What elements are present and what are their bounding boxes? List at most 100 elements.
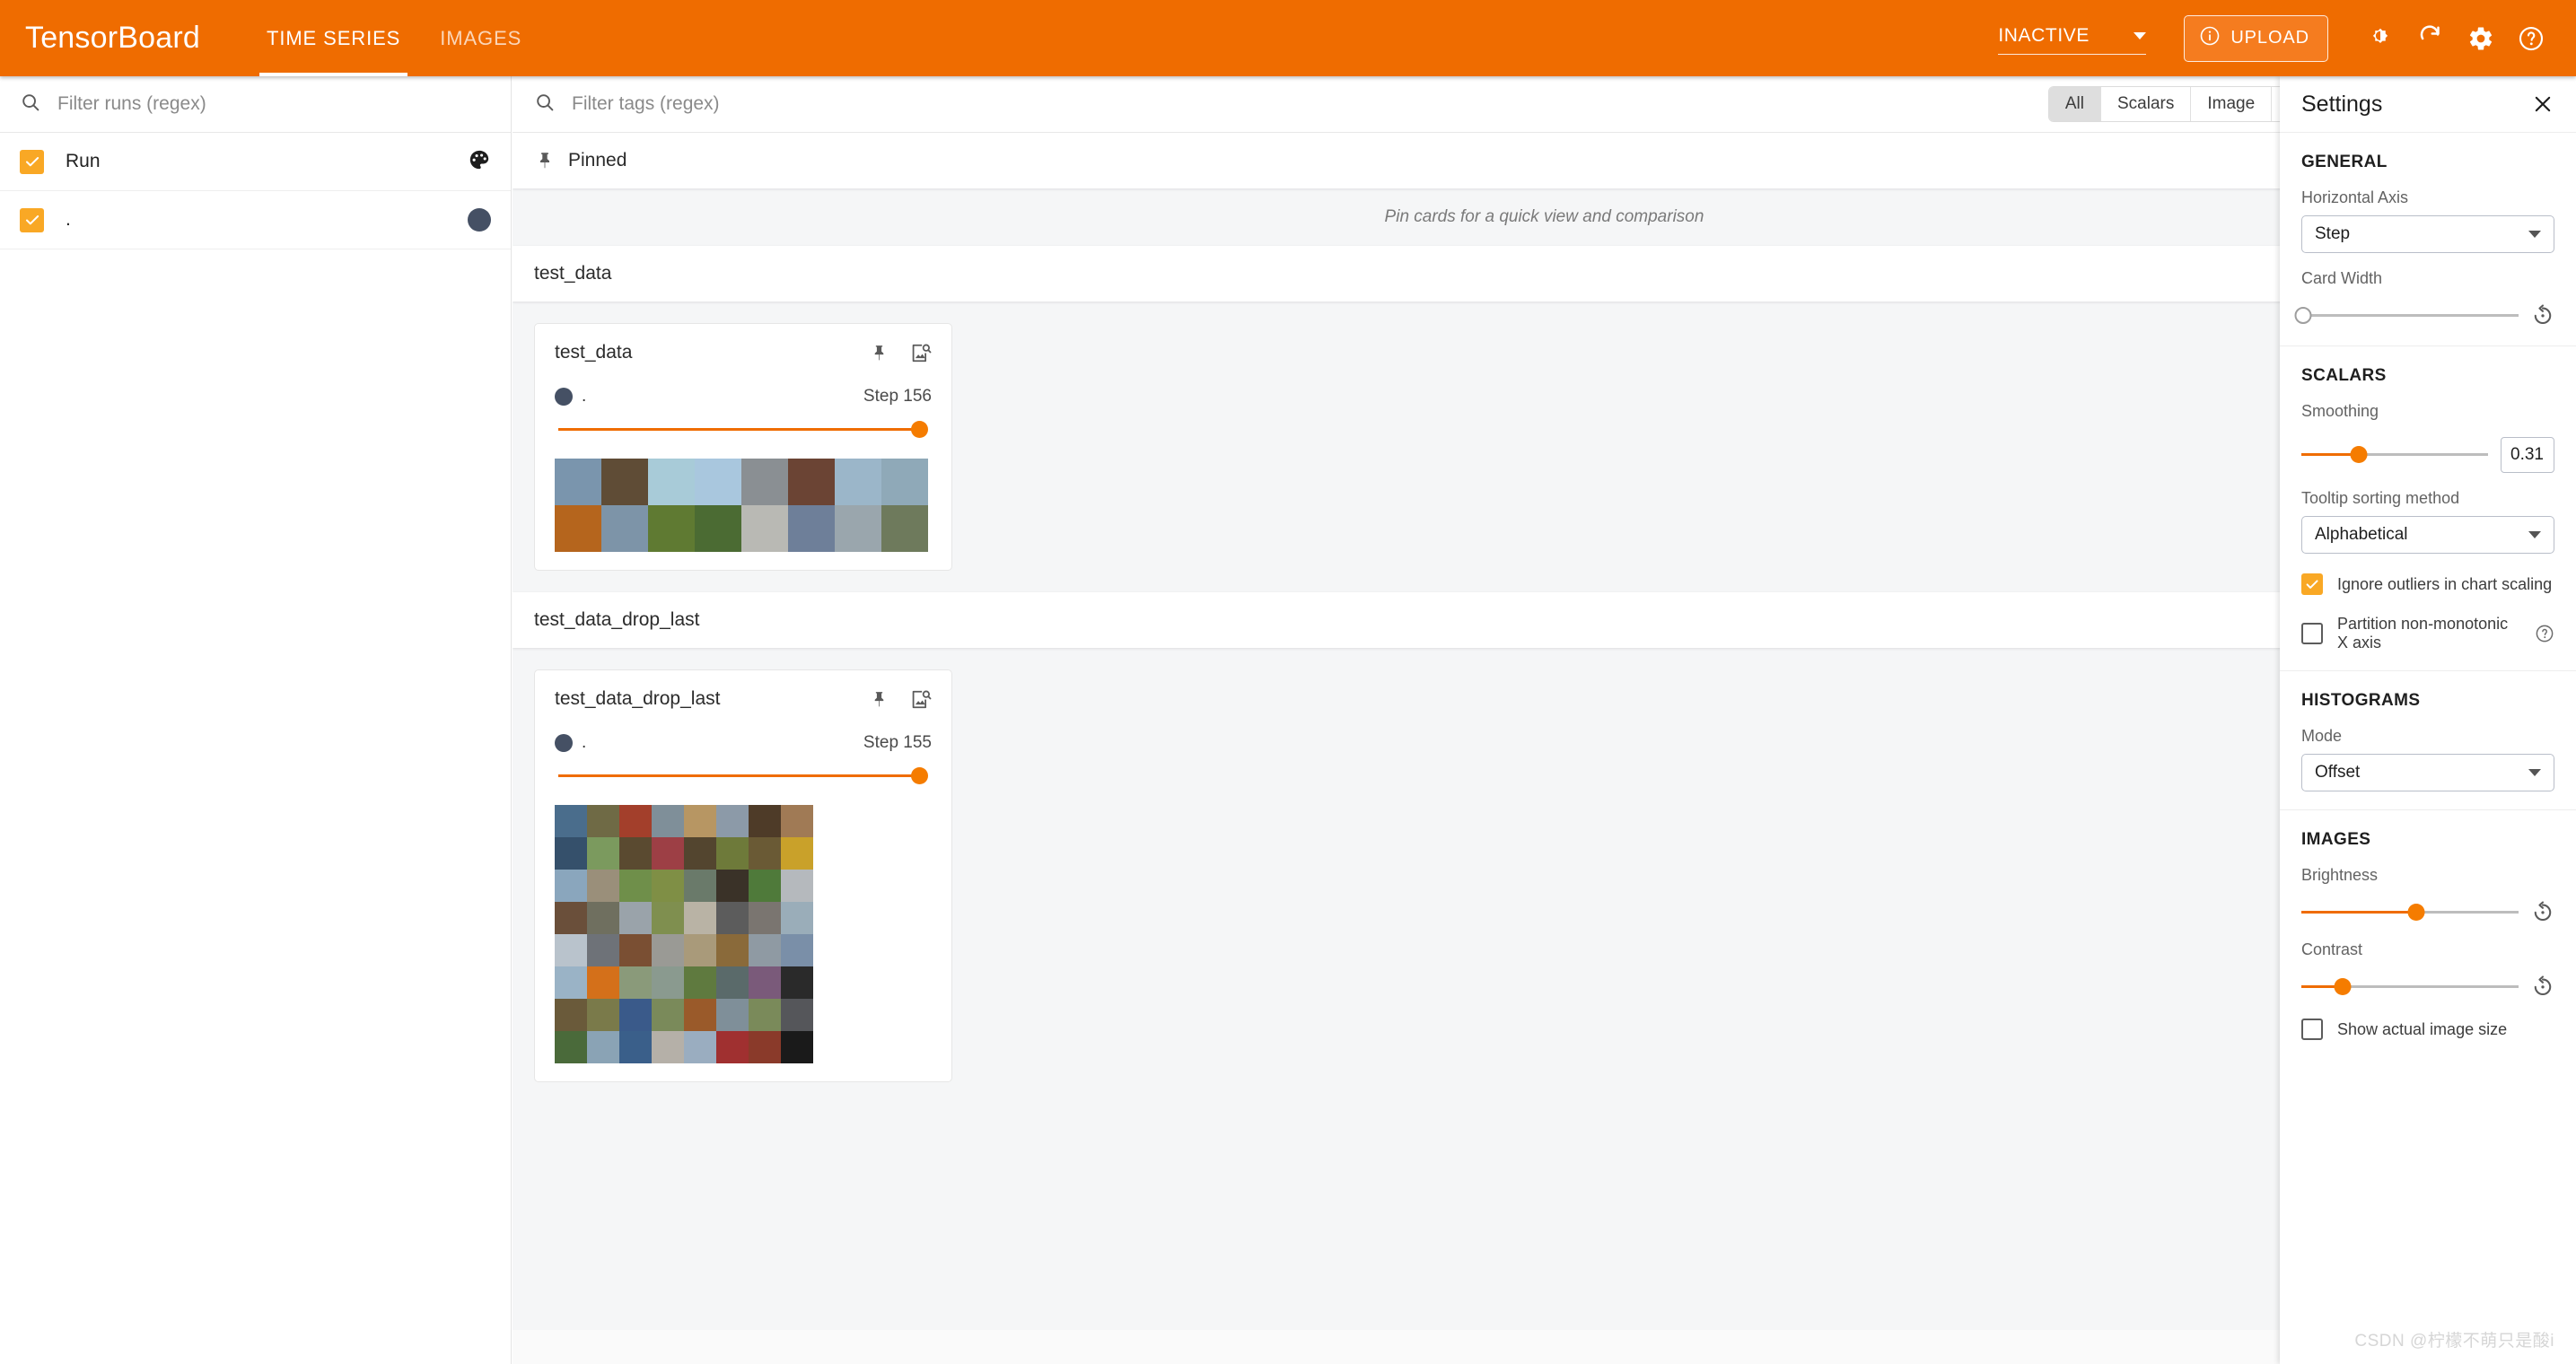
run-row-dot[interactable]: . xyxy=(0,191,511,249)
image-card-test-data-drop-last[interactable]: test_data_drop_last . Step 155 xyxy=(534,669,952,1082)
pin-icon[interactable] xyxy=(869,343,889,368)
step-slider[interactable] xyxy=(555,765,932,785)
image-grid-cell xyxy=(881,459,928,505)
smoothing-input[interactable]: 0.31 xyxy=(2501,437,2554,473)
reset-card-width-icon[interactable] xyxy=(2531,304,2554,328)
step-slider-thumb[interactable] xyxy=(911,767,928,784)
histograms-heading: HISTOGRAMS xyxy=(2301,691,2421,710)
palette-icon[interactable] xyxy=(468,148,491,176)
card-width-slider[interactable] xyxy=(2294,307,2519,325)
chip-scalars[interactable]: Scalars xyxy=(2100,87,2192,121)
slider-thumb[interactable] xyxy=(2294,307,2312,324)
show-actual-size-row[interactable]: Show actual image size xyxy=(2301,1019,2554,1040)
contrast-slider[interactable] xyxy=(2301,978,2519,996)
image-fullscreen-icon[interactable] xyxy=(909,342,932,369)
runs-header-row[interactable]: Run xyxy=(0,133,511,191)
reload-icon xyxy=(2417,24,2444,52)
brightness-toggle-button[interactable] xyxy=(2355,13,2405,64)
histogram-mode-label: Mode xyxy=(2301,727,2343,745)
image-grid-cell xyxy=(619,934,652,966)
reload-button[interactable] xyxy=(2405,13,2456,64)
pinned-empty-message: Pin cards for a quick view and compariso… xyxy=(513,188,2576,246)
horizontal-axis-select[interactable]: Step xyxy=(2301,215,2554,253)
card-run-name: . xyxy=(582,387,587,406)
chip-image[interactable]: Image xyxy=(2191,87,2273,121)
partition-x-axis-checkbox[interactable] xyxy=(2301,623,2323,644)
filter-tags-placeholder[interactable]: Filter tags (regex) xyxy=(572,93,720,115)
tab-time-series-label: TIME SERIES xyxy=(266,26,401,49)
main-nav-tabs: TIME SERIES IMAGES xyxy=(247,0,541,76)
step-slider-track xyxy=(558,428,921,431)
image-grid-cell xyxy=(749,934,781,966)
close-icon[interactable] xyxy=(2531,92,2554,116)
ignore-outliers-row[interactable]: Ignore outliers in chart scaling xyxy=(2301,573,2554,595)
run-status-dropdown[interactable]: INACTIVE xyxy=(1998,22,2147,55)
image-grid-cell xyxy=(587,902,619,934)
help-icon[interactable] xyxy=(2535,624,2554,643)
tab-time-series[interactable]: TIME SERIES xyxy=(247,0,420,76)
image-card-test-data[interactable]: test_data . Step 156 xyxy=(534,323,952,571)
settings-section-scalars: SCALARS Smoothing 0.31 Tooltip sorting m… xyxy=(2280,346,2576,671)
chip-all-label: All xyxy=(2064,94,2084,113)
step-slider[interactable] xyxy=(555,419,932,439)
section-header-test-data-drop-last[interactable]: test_data_drop_last xyxy=(513,592,2576,648)
show-actual-size-checkbox[interactable] xyxy=(2301,1019,2323,1040)
pin-icon[interactable] xyxy=(869,689,889,714)
image-grid-cell xyxy=(716,870,749,902)
image-grid-cell xyxy=(749,805,781,837)
reset-contrast-icon[interactable] xyxy=(2531,975,2554,999)
image-fullscreen-icon[interactable] xyxy=(909,688,932,715)
image-grid-cell xyxy=(684,934,716,966)
brightness-slider[interactable] xyxy=(2301,904,2519,922)
runs-header-actions xyxy=(468,148,491,176)
main-content: Filter tags (regex) All Scalars Image Hi… xyxy=(513,76,2576,1364)
slider-thumb[interactable] xyxy=(2407,904,2425,921)
smoothing-value: 0.31 xyxy=(2510,445,2544,464)
tooltip-sorting-select[interactable]: Alphabetical xyxy=(2301,516,2554,554)
image-grid-cell xyxy=(781,966,813,999)
help-button[interactable] xyxy=(2506,13,2556,64)
image-grid-cell xyxy=(788,505,835,552)
general-heading: GENERAL xyxy=(2301,153,2388,171)
image-grid-cell xyxy=(619,870,652,902)
upload-button[interactable]: UPLOAD xyxy=(2184,14,2328,62)
chip-all[interactable]: All xyxy=(2048,87,2101,121)
image-grid-cell xyxy=(652,1031,684,1063)
card-step-label: Step 156 xyxy=(863,387,932,406)
image-grid-cell xyxy=(716,1031,749,1063)
run-checkbox[interactable] xyxy=(20,207,44,232)
card-run-row: . Step 156 xyxy=(555,387,932,407)
card-header: test_data xyxy=(555,342,932,369)
smoothing-slider[interactable] xyxy=(2301,446,2488,464)
horizontal-axis-value: Step xyxy=(2315,224,2351,243)
run-color-dot-icon[interactable] xyxy=(468,208,491,232)
image-grid-preview[interactable] xyxy=(555,805,932,1063)
settings-panel-header: Settings xyxy=(2280,76,2576,133)
cards-scroll-area[interactable]: Pinned Pin cards for a quick view and co… xyxy=(513,133,2576,1364)
step-slider-track xyxy=(558,774,921,777)
card-actions xyxy=(869,342,932,369)
slider-thumb[interactable] xyxy=(2334,978,2352,995)
tag-filter-bar: Filter tags (regex) All Scalars Image Hi… xyxy=(513,76,2576,133)
card-title: test_data_drop_last xyxy=(555,688,721,709)
top-bar-actions: INACTIVE UPLOAD xyxy=(1998,13,2576,64)
card-header: test_data_drop_last xyxy=(555,688,932,715)
reset-brightness-icon[interactable] xyxy=(2531,901,2554,924)
select-all-runs-checkbox[interactable] xyxy=(20,149,44,174)
pinned-empty-text: Pin cards for a quick view and compariso… xyxy=(1384,207,1704,226)
step-slider-thumb[interactable] xyxy=(911,421,928,438)
image-grid-preview[interactable] xyxy=(555,459,932,552)
partition-x-axis-row[interactable]: Partition non-monotonic X axis xyxy=(2301,615,2554,652)
slider-thumb[interactable] xyxy=(2350,446,2368,463)
image-grid-cell xyxy=(741,505,788,552)
image-grid-cell xyxy=(587,1031,619,1063)
ignore-outliers-checkbox[interactable] xyxy=(2301,573,2323,595)
settings-gear-button[interactable] xyxy=(2456,13,2506,64)
section-header-test-data[interactable]: test_data xyxy=(513,246,2576,302)
image-grid-cell xyxy=(648,459,695,505)
filter-runs-field[interactable]: Filter runs (regex) xyxy=(0,76,511,133)
histogram-mode-select[interactable]: Offset xyxy=(2301,754,2554,791)
tooltip-sorting-label: Tooltip sorting method xyxy=(2301,489,2460,507)
tab-images[interactable]: IMAGES xyxy=(420,0,541,76)
image-grid-cell xyxy=(781,999,813,1031)
